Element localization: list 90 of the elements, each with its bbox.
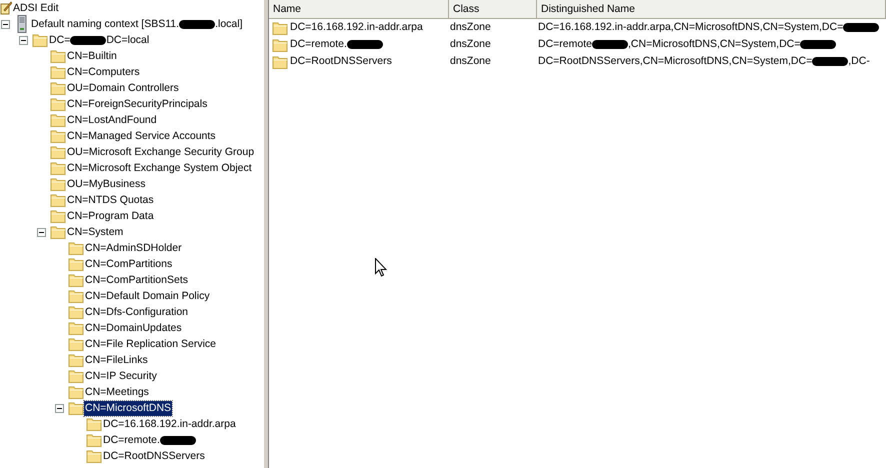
dn-cell: DC=16.168.192.in-addr.arpa,CN=MicrosoftDNS,CN=System,DC= (537, 20, 844, 35)
folder-icon (50, 49, 66, 63)
node-label[interactable]: OU=Domain Controllers (66, 80, 180, 96)
node-label[interactable]: CN=Managed Service Accounts (66, 128, 217, 144)
folder-icon (32, 33, 48, 47)
server-icon (16, 15, 28, 33)
folder-icon (68, 337, 84, 351)
column-header[interactable]: Class (449, 0, 537, 18)
redaction-mark (179, 20, 216, 28)
redaction-mark (160, 436, 196, 444)
tree-root-label[interactable]: ADSI Edit (12, 0, 60, 16)
node-label[interactable]: DC=local (105, 32, 150, 48)
node-label[interactable]: CN=Computers (66, 64, 141, 80)
node-label[interactable]: CN=Default Domain Policy (84, 288, 211, 304)
folder-icon (68, 241, 84, 255)
folder-icon (68, 321, 84, 335)
folder-icon (68, 353, 84, 367)
node-label[interactable]: CN=ComPartitions (84, 256, 174, 272)
folder-icon (50, 209, 66, 223)
folder-icon (50, 81, 66, 95)
dn-cell: ,DC- (847, 54, 871, 69)
node-label[interactable]: CN=Microsoft Exchange System Object (66, 160, 253, 176)
folder-icon (86, 417, 102, 431)
class-cell: dnsZone (449, 54, 492, 69)
folder-icon (68, 401, 84, 415)
redaction-mark (843, 23, 880, 32)
class-cell: dnsZone (449, 37, 492, 52)
folder-icon (68, 257, 84, 271)
folder-icon (50, 161, 66, 175)
dn-cell: ,CN=MicrosoftDNS,CN=System,DC= (626, 37, 802, 52)
node-label[interactable]: CN=IP Security (84, 368, 158, 384)
node-label[interactable]: DC=remote. (102, 432, 161, 448)
folder-icon (50, 129, 66, 143)
name-cell: DC=remote. (289, 37, 348, 52)
folder-icon (86, 449, 102, 463)
collapse-toggle[interactable] (37, 228, 46, 236)
node-label[interactable]: CN=NTDS Quotas (66, 192, 155, 208)
node-label[interactable]: DC= (48, 32, 72, 48)
folder-icon (50, 65, 66, 79)
folder-icon (68, 305, 84, 319)
folder-icon (50, 225, 66, 239)
node-label[interactable]: CN=LostAndFound (66, 112, 158, 128)
mouse-pointer-icon (375, 258, 387, 277)
node-label[interactable]: CN=AdminSDHolder (84, 240, 183, 256)
folder-icon (272, 38, 288, 52)
folder-icon (86, 433, 102, 447)
folder-icon (50, 97, 66, 111)
node-label[interactable]: OU=Microsoft Exchange Security Group (66, 144, 256, 160)
column-header[interactable]: Distinguished Name (537, 0, 886, 18)
node-label[interactable]: DC=16.168.192.in-addr.arpa (102, 416, 237, 432)
dn-cell: DC=remote (537, 37, 593, 52)
node-label[interactable]: CN=Program Data (66, 208, 155, 224)
node-label[interactable]: CN=Meetings (84, 384, 150, 400)
dn-cell: DC=RootDNSServers,CN=MicrosoftDNS,CN=System,DC= (537, 54, 814, 69)
node-label[interactable]: OU=MyBusiness (66, 176, 146, 192)
node-label[interactable]: Default naming context [SBS11. (30, 16, 180, 32)
redaction-mark (346, 40, 383, 49)
node-label[interactable]: .local] (214, 16, 244, 32)
notepad-pencil-icon (0, 1, 12, 15)
redaction-mark (592, 40, 628, 49)
folder-icon (68, 273, 84, 287)
node-label[interactable]: CN=ForeignSecurityPrincipals (66, 96, 208, 112)
redaction-mark (812, 57, 848, 66)
column-header[interactable]: Name (269, 0, 449, 18)
folder-icon (68, 385, 84, 399)
node-label[interactable]: CN=System (66, 224, 124, 240)
node-label[interactable]: CN=DomainUpdates (84, 320, 183, 336)
folder-icon (50, 145, 66, 159)
folder-icon (68, 369, 84, 383)
folder-icon (50, 193, 66, 207)
class-cell: dnsZone (449, 20, 492, 35)
node-label[interactable]: CN=FileLinks (84, 352, 149, 368)
folder-icon (272, 20, 288, 34)
folder-icon (50, 177, 66, 191)
folder-icon (272, 54, 288, 68)
redaction-mark (70, 36, 106, 44)
name-cell: DC=RootDNSServers (289, 54, 393, 69)
collapse-toggle[interactable] (19, 36, 28, 44)
node-label[interactable]: CN=ComPartitionSets (84, 272, 189, 288)
folder-icon (68, 289, 84, 303)
node-label[interactable]: DC=RootDNSServers (102, 448, 206, 464)
name-cell: DC=16.168.192.in-addr.arpa (289, 20, 424, 35)
node-label[interactable]: CN=MicrosoftDNS (84, 400, 172, 416)
node-label[interactable]: CN=Builtin (66, 48, 118, 64)
collapse-toggle[interactable] (1, 20, 10, 28)
node-label[interactable]: CN=Dfs-Configuration (84, 304, 190, 320)
redaction-mark (800, 40, 836, 49)
collapse-toggle[interactable] (55, 404, 64, 412)
folder-icon (50, 113, 66, 127)
node-label[interactable]: CN=File Replication Service (84, 336, 218, 352)
